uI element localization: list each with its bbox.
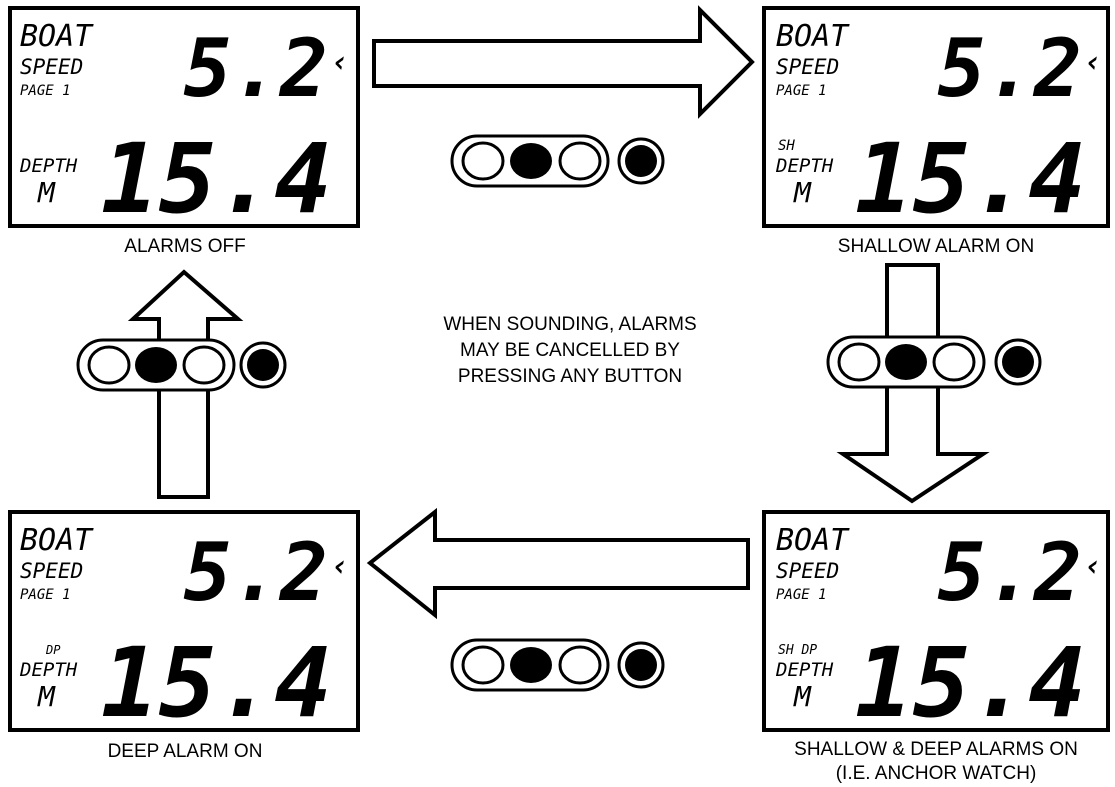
note-line-2: MAY BE CANCELLED BY	[460, 340, 680, 361]
key-middle	[885, 344, 927, 380]
lcd-label-unit: M	[793, 176, 812, 209]
power-key	[247, 349, 279, 381]
alarm-indicator: SH	[778, 138, 795, 154]
key-left	[837, 342, 881, 382]
speed-value: 5.2	[938, 526, 1083, 619]
lcd-panel-alarms-off: BOAT SPEED PAGE 1 5.2 ‹ DEPTH M 15.4	[8, 6, 360, 235]
caption-shallow-deep-alarm: SHALLOW & DEEP ALARMS ON	[794, 739, 1078, 760]
lcd-label-page: PAGE 1	[776, 587, 827, 603]
depth-value: 15.4	[101, 627, 332, 739]
caption-anchor-watch: (I.E. ANCHOR WATCH)	[836, 763, 1037, 784]
note-line-3: PRESSING ANY BUTTON	[458, 366, 682, 387]
caption-shallow-alarm: SHALLOW ALARM ON	[838, 236, 1034, 257]
key-right	[932, 342, 976, 382]
button-group-left	[76, 338, 287, 392]
lcd-label-unit: M	[793, 680, 812, 713]
lcd-label-speed: SPEED	[20, 559, 83, 583]
lcd-label-unit: M	[37, 176, 56, 209]
lcd-label-page: PAGE 1	[776, 83, 827, 99]
arrow-right	[372, 5, 755, 119]
key-right	[558, 645, 602, 685]
lcd-label-depth: DEPTH	[19, 659, 78, 681]
key-right	[558, 141, 602, 181]
speed-marker: ‹	[331, 549, 349, 584]
speed-marker: ‹	[331, 45, 349, 80]
lcd-label-speed: SPEED	[776, 559, 839, 583]
caption-alarms-off: ALARMS OFF	[124, 236, 245, 257]
lcd-label-boat: BOAT	[776, 19, 850, 54]
note-line-1: WHEN SOUNDING, ALARMS	[443, 314, 696, 335]
key-left	[461, 645, 505, 685]
lcd-label-boat: BOAT	[20, 19, 94, 54]
button-group-top	[450, 134, 665, 188]
button-group-right	[826, 335, 1042, 389]
speed-marker: ‹	[1084, 549, 1102, 584]
lcd-label-unit: M	[37, 680, 56, 713]
lcd-label-depth: DEPTH	[775, 155, 834, 177]
power-key	[625, 145, 657, 177]
lcd-panel-deep-alarm: BOAT SPEED PAGE 1 5.2 ‹ DP DEPTH M 15.4	[8, 510, 360, 739]
key-middle	[510, 143, 552, 179]
lcd-label-page: PAGE 1	[20, 587, 71, 603]
lcd-label-speed: SPEED	[776, 55, 839, 79]
key-middle	[135, 347, 177, 383]
lcd-panel-shallow-deep-alarm: BOAT SPEED PAGE 1 5.2 ‹ SH DP DEPTH M 15…	[762, 510, 1110, 739]
alarm-cycle-diagram: BOAT SPEED PAGE 1 5.2 ‹ DEPTH M 15.4 BOA…	[8, 5, 1110, 784]
power-key	[625, 649, 657, 681]
alarm-indicator: DP	[45, 643, 61, 657]
speed-marker: ‹	[1084, 45, 1102, 80]
lcd-panel-shallow-alarm: BOAT SPEED PAGE 1 5.2 ‹ SH DEPTH M 15.4	[762, 6, 1110, 235]
key-right	[182, 345, 226, 385]
caption-deep-alarm: DEEP ALARM ON	[108, 741, 263, 762]
lcd-label-speed: SPEED	[20, 55, 83, 79]
speed-value: 5.2	[938, 22, 1083, 115]
alarm-indicator: SH DP	[778, 643, 817, 658]
lcd-label-boat: BOAT	[20, 523, 94, 558]
lcd-label-depth: DEPTH	[775, 659, 834, 681]
lcd-label-page: PAGE 1	[20, 83, 71, 99]
power-key	[1002, 346, 1034, 378]
depth-value: 15.4	[855, 123, 1086, 235]
depth-value: 15.4	[101, 123, 332, 235]
depth-value: 15.4	[855, 627, 1086, 739]
lcd-label-depth: DEPTH	[19, 155, 78, 177]
key-left	[461, 141, 505, 181]
speed-value: 5.2	[184, 526, 329, 619]
key-middle	[510, 647, 552, 683]
speed-value: 5.2	[184, 22, 329, 115]
lcd-label-boat: BOAT	[776, 523, 850, 558]
arrow-left	[366, 507, 750, 620]
key-left	[87, 345, 131, 385]
button-group-bottom	[450, 638, 665, 692]
